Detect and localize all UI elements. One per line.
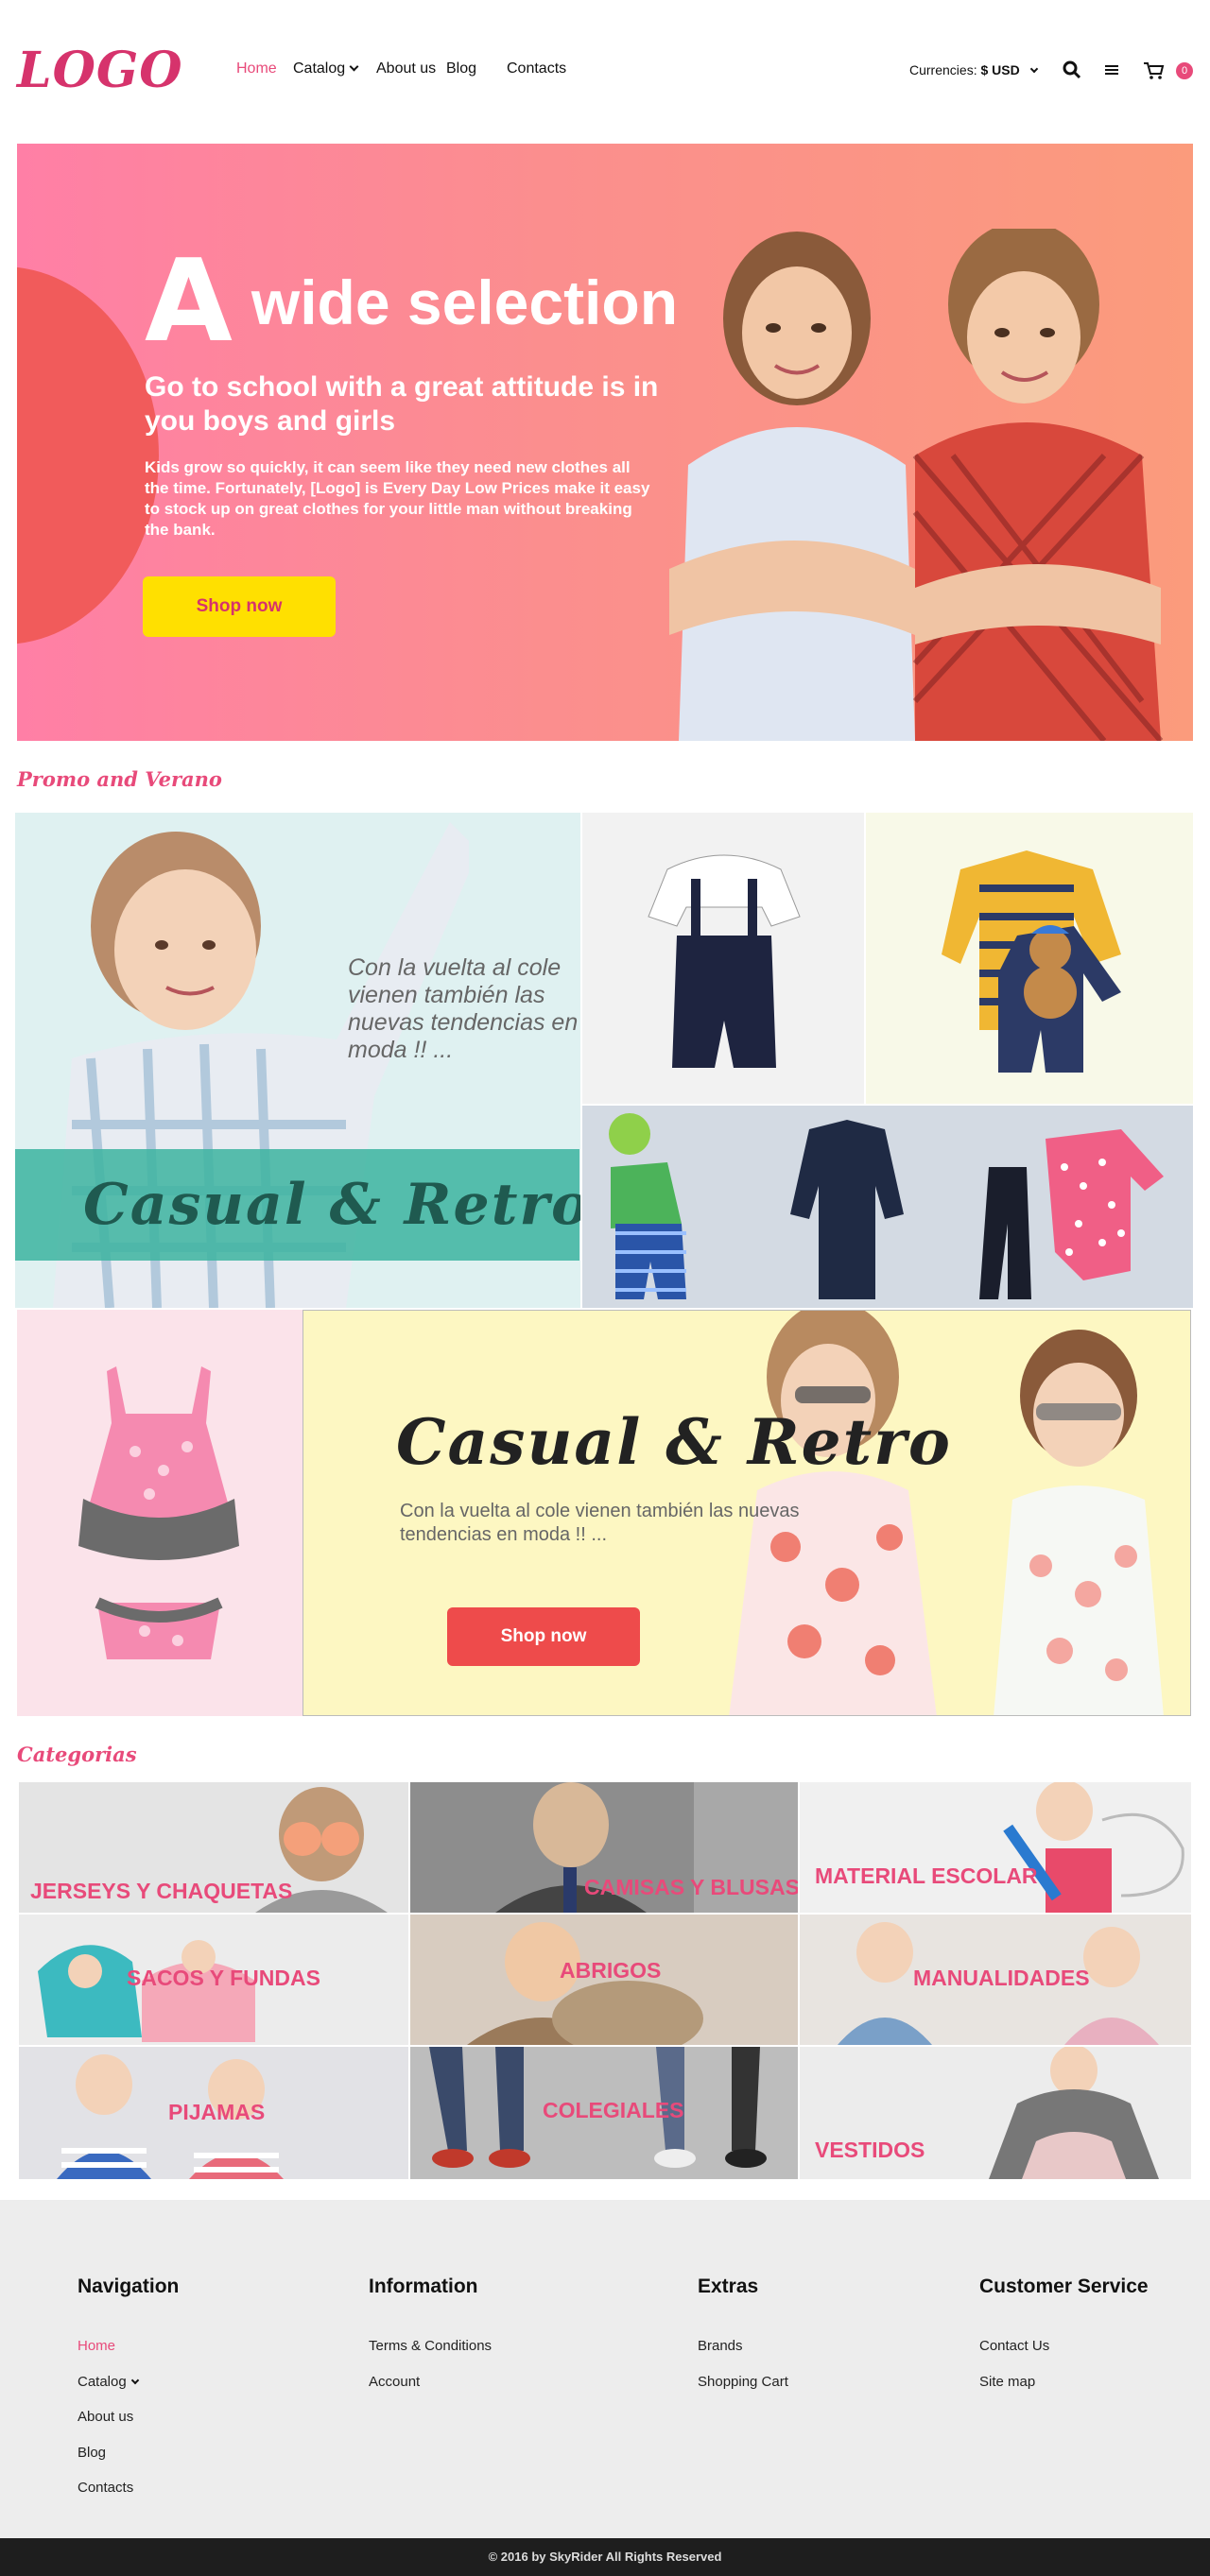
footer-extras-title: Extras (698, 2275, 759, 2297)
footer-customer-service: Customer Service Contact Us Site map (979, 2275, 1149, 2390)
footer-link-terms[interactable]: Terms & Conditions (369, 2338, 492, 2354)
promo-section-title: Promo and Verano (17, 767, 222, 791)
category-label: CAMISAS Y BLUSAS (584, 1875, 798, 1899)
category-label: MATERIAL ESCOLAR (815, 1863, 1038, 1888)
search-icon[interactable] (1061, 59, 1083, 81)
promo-tile-outfits[interactable] (582, 1106, 1193, 1308)
overalls-image (648, 854, 801, 1068)
hero-shop-now-button[interactable]: Shop now (143, 576, 336, 637)
site-header: LOGO Home Catalog About us Blog Contacts… (0, 0, 1210, 142)
footer-link-contact-us[interactable]: Contact Us (979, 2338, 1049, 2354)
promo-shop-now-button[interactable]: Shop now (447, 1607, 640, 1666)
category-label: MANUALIDADES (913, 1966, 1090, 1990)
footer-navigation: Navigation Home Catalog About us Blog Co… (78, 2275, 180, 2496)
category-label: PIJAMAS (168, 2100, 266, 2124)
promo-tile-overalls[interactable] (582, 813, 864, 1104)
promo-banner-title: Casual & Retro (396, 1405, 952, 1479)
outfits-image (609, 1113, 1164, 1299)
footer-link-cart[interactable]: Shopping Cart (698, 2374, 788, 2390)
hero-description: Kids grow so quickly, it can seem like t… (145, 458, 650, 539)
category-label: COLEGIALES (543, 2098, 684, 2122)
nav-about[interactable]: About us (376, 60, 436, 77)
category-manualidades[interactable]: MANUALIDADES (800, 1915, 1191, 2045)
chevron-down-icon (130, 2376, 139, 2385)
currency-selector[interactable]: Currencies: $ USD (909, 62, 1038, 77)
hero-title-rest: wide selection (251, 266, 679, 337)
romper-image (942, 850, 1121, 1073)
category-camisas[interactable]: CAMISAS Y BLUSAS (410, 1782, 798, 1913)
footer-link-account[interactable]: Account (369, 2374, 420, 2390)
category-label: JERSEYS Y CHAQUETAS (30, 1879, 293, 1903)
chevron-down-icon (349, 61, 359, 72)
footer-information-title: Information (369, 2275, 478, 2297)
promo-banner-text: Con la vuelta al cole vienen también las… (400, 1501, 800, 1545)
footer-link-catalog[interactable]: Catalog (78, 2374, 139, 2390)
currency-label: Currencies: (909, 62, 977, 77)
chevron-down-icon (1029, 64, 1038, 74)
footer-link-brands[interactable]: Brands (698, 2338, 743, 2354)
cart-icon[interactable] (1142, 59, 1167, 81)
hero-title-big: A (145, 236, 233, 368)
nav-contacts[interactable]: Contacts (507, 60, 566, 77)
promo-band: Casual & Retro (15, 1149, 580, 1261)
copyright-bar: © 2016 by SkyRider All Rights Reserved (0, 2538, 1210, 2576)
nav-catalog-label: Catalog (293, 60, 346, 77)
hero-banner: Awide selection Go to school with a grea… (17, 144, 1193, 741)
swimsuit-image (78, 1366, 239, 1659)
hero-kids-image (669, 229, 1164, 741)
category-label: ABRIGOS (560, 1958, 662, 1983)
category-material[interactable]: MATERIAL ESCOLAR (800, 1782, 1191, 1913)
footer-link-about[interactable]: About us (78, 2409, 133, 2425)
category-material-image (1003, 1782, 1184, 1913)
hero-title: Awide selection (145, 236, 678, 368)
footer-customer-service-title: Customer Service (979, 2275, 1149, 2297)
hero-subtitle: Go to school with a great attitude is in… (145, 371, 659, 437)
hero-decor-circle (17, 266, 159, 644)
footer-link-blog[interactable]: Blog (78, 2445, 106, 2461)
footer-information: Information Terms & Conditions Account (369, 2275, 492, 2390)
footer-link-home[interactable]: Home (78, 2338, 115, 2354)
category-vestidos[interactable]: VESTIDOS (800, 2047, 1191, 2179)
nav-blog[interactable]: Blog (446, 60, 476, 77)
currency-value: $ USD (980, 62, 1020, 77)
footer-link-sitemap[interactable]: Site map (979, 2374, 1035, 2390)
promo-tile-swimsuit[interactable] (17, 1310, 302, 1716)
footer-extras: Extras Brands Shopping Cart (698, 2275, 788, 2390)
category-abrigos[interactable]: ABRIGOS (410, 1915, 798, 2045)
promo-band-title: Casual & Retro (83, 1172, 580, 1238)
category-jerseys[interactable]: JERSEYS Y CHAQUETAS (19, 1782, 408, 1913)
category-label: VESTIDOS (815, 2138, 925, 2162)
site-footer: Navigation Home Catalog About us Blog Co… (0, 2200, 1210, 2538)
category-vestidos-image (989, 2047, 1159, 2179)
footer-link-catalog-label: Catalog (78, 2374, 127, 2390)
cart-count-badge: 0 (1176, 62, 1193, 79)
promo-banner-girls: Casual & Retro Con la vuelta al cole vie… (302, 1310, 1191, 1716)
promo-tile-boy[interactable]: Con la vuelta al cole vienen también las… (15, 813, 580, 1308)
category-colegiales[interactable]: COLEGIALES (410, 2047, 798, 2179)
site-logo[interactable]: LOGO (17, 42, 183, 99)
footer-navigation-title: Navigation (78, 2275, 180, 2297)
footer-link-contacts[interactable]: Contacts (78, 2480, 133, 2496)
promo-tile-text: Con la vuelta al cole vienen también las… (348, 954, 579, 1063)
menu-icon[interactable] (1100, 59, 1123, 81)
nav-home[interactable]: Home (236, 60, 277, 77)
category-pijamas[interactable]: PIJAMAS (19, 2047, 408, 2179)
categories-section-title: Categorias (17, 1743, 137, 1766)
promo-tile-romper[interactable] (866, 813, 1193, 1104)
category-label: SACOS Y FUNDAS (127, 1966, 320, 1990)
nav-catalog[interactable]: Catalog (293, 60, 359, 77)
category-sacos[interactable]: SACOS Y FUNDAS (19, 1915, 408, 2045)
